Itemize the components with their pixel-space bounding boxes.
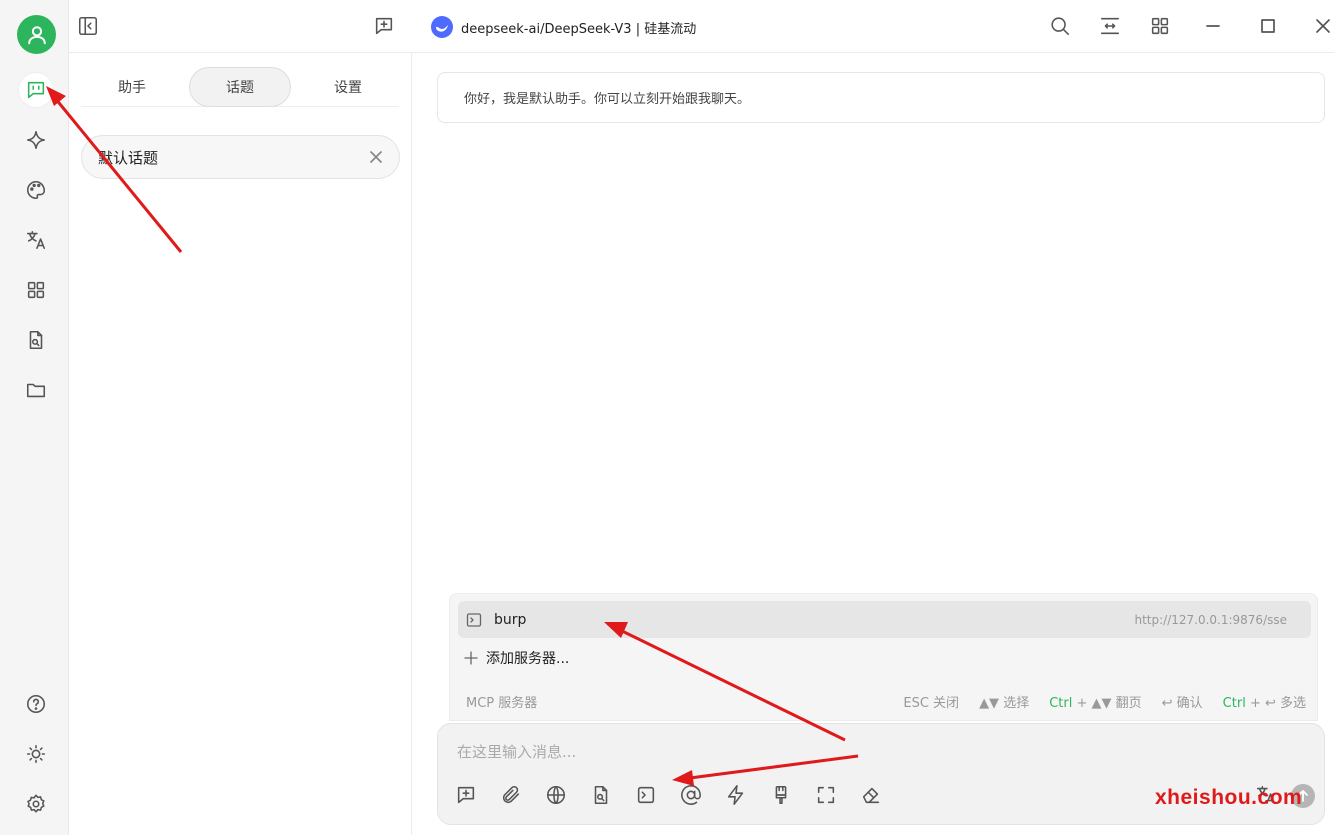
message-input-placeholder: 在这里输入消息... [457, 743, 577, 761]
close-icon [370, 151, 382, 163]
topic-label: 默认话题 [98, 148, 159, 167]
mention-button[interactable] [680, 784, 702, 806]
knowledge-base-button[interactable] [590, 784, 612, 806]
translate-nav-icon[interactable] [19, 223, 53, 257]
search-button[interactable] [1049, 15, 1071, 37]
file-search-icon [29, 330, 43, 350]
tab-assistants[interactable]: 助手 [81, 67, 183, 107]
sidebar-collapse-icon [78, 16, 98, 36]
shortcut-page: Ctrl + ▲▼ 翻页 [1049, 692, 1141, 711]
terminal-icon [466, 612, 482, 628]
topic-item-default[interactable]: 默认话题 [81, 135, 400, 179]
globe-icon [546, 785, 566, 805]
attach-button[interactable] [500, 784, 522, 806]
shortcut-esc: ESC 关闭 [903, 696, 960, 711]
shortcut-page-ctrl: Ctrl [1049, 696, 1073, 711]
user-avatar[interactable] [17, 15, 56, 54]
mcp-shortcuts: ESC 关闭 ▲▼ 选择 Ctrl + ▲▼ 翻页 ↩ 确认 Ctrl + ↩ … [903, 692, 1306, 711]
quick-phrases-button[interactable] [725, 784, 747, 806]
sparkle-icon [26, 130, 46, 150]
file-search-icon [594, 785, 608, 805]
mcp-tools-button[interactable] [635, 784, 657, 806]
tab-topics[interactable]: 话题 [189, 66, 291, 107]
maximize-button[interactable] [1258, 16, 1278, 36]
mcp-server-url: http://127.0.0.1:9876/sse [1134, 612, 1287, 627]
fit-width-icon [1100, 17, 1120, 35]
web-search-button[interactable] [545, 784, 567, 806]
help-icon [26, 694, 46, 714]
input-toolbar [455, 784, 882, 806]
shortcut-multi-rest: + ↩ 多选 [1245, 696, 1306, 711]
shortcut-confirm: ↩ 确认 [1161, 696, 1203, 711]
apps-button[interactable] [1149, 15, 1171, 37]
folder-nav-icon[interactable] [19, 373, 53, 407]
icon-rail [0, 0, 69, 835]
chat-area: 你好，我是默认助手。你可以立刻开始跟我聊天。 burp http://127.0… [412, 53, 1334, 835]
shortcut-select: ▲▼ 选择 [979, 696, 1030, 711]
sun-moon-icon [26, 744, 46, 764]
brush-icon [775, 785, 787, 805]
collapse-sidebar-button[interactable] [77, 15, 99, 37]
message-icon [27, 81, 45, 99]
add-server-label: 添加服务器... [486, 651, 570, 667]
apps-nav-icon[interactable] [19, 273, 53, 307]
at-sign-icon [681, 785, 701, 805]
new-topic-button[interactable] [373, 15, 395, 37]
deepseek-logo-icon [431, 16, 453, 38]
top-bar: deepseek-ai/DeepSeek-V3 | 硅基流动 [69, 0, 1334, 53]
minimize-button[interactable] [1203, 16, 1223, 36]
minimize-icon [1206, 25, 1220, 27]
clear-brush-button[interactable] [770, 784, 792, 806]
app-window: deepseek-ai/DeepSeek-V3 | 硅基流动 助手 话题 设置 … [0, 0, 1334, 835]
tab-settings[interactable]: 设置 [297, 67, 399, 107]
new-topic-tool-button[interactable] [455, 784, 477, 806]
shortcut-page-rest: + ▲▼ 翻页 [1072, 696, 1142, 711]
user-icon [27, 25, 46, 44]
palette-icon [27, 180, 46, 200]
delete-topic-button[interactable] [367, 148, 385, 166]
clear-button[interactable] [860, 784, 882, 806]
translate-icon [26, 230, 46, 250]
mcp-server-name: burp [494, 611, 527, 628]
grid-icon [27, 281, 45, 299]
close-icon [1316, 19, 1330, 33]
mcp-server-popup: burp http://127.0.0.1:9876/sse 添加服务器... … [449, 593, 1318, 721]
model-selector[interactable]: deepseek-ai/DeepSeek-V3 | 硅基流动 [431, 16, 696, 38]
new-chat-icon [375, 17, 393, 35]
fullscreen-button[interactable] [815, 784, 837, 806]
terminal-icon [637, 786, 655, 804]
topic-panel: 助手 话题 设置 默认话题 [69, 53, 412, 835]
mcp-footer-title: MCP 服务器 [466, 696, 538, 711]
expand-icon [817, 786, 835, 804]
close-window-button[interactable] [1313, 16, 1333, 36]
shortcut-multi-ctrl: Ctrl [1222, 696, 1246, 711]
narrow-mode-button[interactable] [1099, 15, 1121, 37]
files-search-nav-icon[interactable] [19, 323, 53, 357]
theme-nav-icon[interactable] [19, 737, 53, 771]
folder-icon [26, 383, 46, 398]
agents-nav-icon[interactable] [19, 123, 53, 157]
new-chat-icon [457, 786, 475, 804]
panel-tabs: 助手 话题 设置 [81, 66, 399, 107]
maximize-icon [1261, 19, 1275, 33]
add-server-item[interactable]: 添加服务器... [464, 648, 569, 668]
help-nav-icon[interactable] [19, 687, 53, 721]
welcome-message: 你好，我是默认助手。你可以立刻开始跟我聊天。 [437, 72, 1325, 123]
mcp-server-item[interactable]: burp http://127.0.0.1:9876/sse [458, 601, 1311, 638]
mcp-footer: MCP 服务器 ESC 关闭 ▲▼ 选择 Ctrl + ▲▼ 翻页 ↩ 确认 C… [466, 692, 1306, 711]
watermark-text: xheishou.com [1155, 786, 1303, 809]
paperclip-icon [502, 785, 520, 804]
eraser-icon [862, 787, 880, 804]
paint-nav-icon[interactable] [19, 173, 53, 207]
shortcut-multi: Ctrl + ↩ 多选 [1223, 692, 1306, 711]
lightning-icon [727, 785, 744, 805]
search-icon [1051, 17, 1070, 36]
gear-icon [27, 794, 45, 813]
settings-nav-icon[interactable] [19, 787, 53, 821]
grid-icon [1151, 17, 1169, 35]
plus-icon [464, 651, 478, 665]
model-title: deepseek-ai/DeepSeek-V3 | 硅基流动 [461, 21, 697, 37]
chat-nav-icon[interactable] [19, 73, 53, 107]
